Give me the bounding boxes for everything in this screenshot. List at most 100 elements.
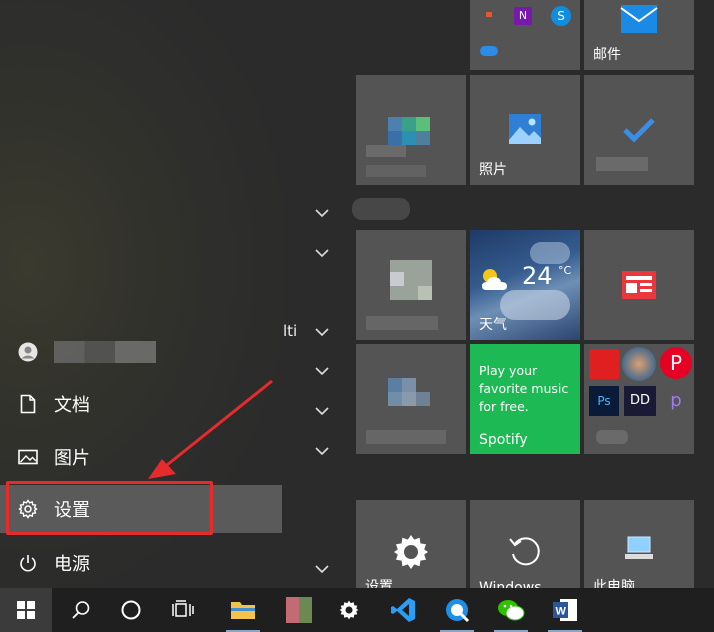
menu-item-label: 图片 [54,448,90,469]
vscode-icon [391,598,415,622]
tile-blurred-app[interactable] [356,230,466,340]
blur-pixel [402,117,416,131]
chevron-down-icon[interactable] [314,208,330,218]
chevron-down-icon[interactable] [314,248,330,258]
onenote-icon: N [514,7,532,25]
highlight-annotation-box [6,481,213,535]
computer-icon [625,536,653,559]
blur-pixel [388,378,402,392]
cloud-shape [530,242,570,264]
photos-icon [509,114,541,144]
menu-item-power[interactable]: 电源 [0,539,282,587]
tile-label: 邮件 [593,47,621,63]
user-avatar-icon [18,342,38,362]
blur-pixel [418,286,432,300]
tile-this-pc[interactable]: 此电脑 [584,500,694,595]
blur-pixel [596,157,648,171]
menu-item-label: 文档 [54,395,90,416]
dolby-icon: DD [624,386,656,416]
blur-pixel [366,430,446,444]
cortana-icon [121,600,141,620]
blur-pixel [388,117,402,131]
tile-blurred-app[interactable] [356,75,466,185]
chevron-down-icon[interactable] [314,327,330,337]
tile-label: 天气 [479,317,507,333]
group-name-blurred [352,198,410,220]
tile-spotify[interactable]: Play your favorite music for free. Spoti… [470,344,580,454]
tile-group-small-apps[interactable]: N S [470,0,580,70]
settings-icon [339,600,359,620]
weather-temperature: 24 [522,262,553,290]
blur-pixel [402,392,416,406]
checkmark-icon [623,118,655,143]
roblox-icon [589,349,619,379]
taskbar-settings[interactable] [324,588,374,632]
group-partial-label: lti [283,322,298,340]
taskbar-cortana-button[interactable] [106,588,156,632]
chevron-down-icon[interactable] [314,564,330,574]
chevron-down-icon[interactable] [314,446,330,456]
blur-pixel [390,272,404,286]
windows-start-icon [17,601,35,619]
cloud-shape [500,290,570,320]
tile-todo[interactable] [584,75,694,185]
power-icon [18,553,38,573]
menu-item-label: 电源 [54,554,90,575]
file-explorer-icon [231,602,255,619]
tile-label: Spotify [479,432,528,448]
chevron-down-icon[interactable] [314,406,330,416]
app-icon [286,597,312,623]
blur-pixel [366,165,426,177]
document-icon [18,394,38,414]
blur-pixel [416,392,430,406]
weather-unit: °C [558,264,572,277]
red-arrow-annotation [148,379,273,479]
pinterest-icon: P [660,347,692,379]
picsart-icon: p [670,390,682,411]
taskbar: W [0,588,714,632]
tile-weather[interactable]: 24 °C 天气 [470,230,580,340]
blur-pixel [366,145,406,157]
picture-icon [18,447,38,467]
chevron-down-icon[interactable] [314,366,330,376]
photoshop-icon: Ps [589,386,619,416]
game-avatar-icon [622,347,656,381]
tile-photos[interactable]: 照片 [470,75,580,185]
tile-news[interactable] [584,230,694,340]
onedrive-icon [480,46,498,56]
tile-blurred-app[interactable] [356,344,466,454]
task-view-icon [172,600,194,617]
taskbar-task-view-button[interactable] [158,588,208,632]
taskbar-search-button[interactable] [56,588,106,632]
taskbar-vscode[interactable] [378,588,428,632]
taskbar-qq-browser[interactable] [432,588,482,632]
app-icon [486,12,492,17]
qq-icon [446,599,470,623]
blur-pixel [388,392,402,406]
tile-label: 照片 [479,162,507,178]
taskbar-word[interactable]: W [540,588,590,632]
blur-pixel [388,131,402,145]
news-icon [622,271,656,299]
tile-settings[interactable]: 设置 [356,500,466,595]
tile-group-apps[interactable]: P Ps DD p [584,344,694,454]
blur-pixel [366,316,438,330]
start-button[interactable] [0,588,52,632]
taskbar-file-explorer[interactable] [218,588,268,632]
gear-icon [394,535,428,569]
backup-restore-icon [509,537,540,566]
tile-windows-backup[interactable]: Windows ... [470,500,580,596]
taskbar-wechat[interactable] [486,588,536,632]
word-icon: W [553,599,577,621]
skype-icon: S [551,6,571,26]
partly-cloudy-icon [482,269,507,290]
search-icon [72,601,90,619]
wechat-icon [498,600,525,621]
spotify-promo-text: Play your favorite music for free. [479,363,569,414]
mail-icon [620,5,658,33]
tile-mail[interactable]: 邮件 [584,0,694,70]
svg-text:W: W [556,606,567,618]
user-name-blurred [54,341,156,363]
blur-pixel [402,131,416,145]
taskbar-app[interactable] [274,588,324,632]
